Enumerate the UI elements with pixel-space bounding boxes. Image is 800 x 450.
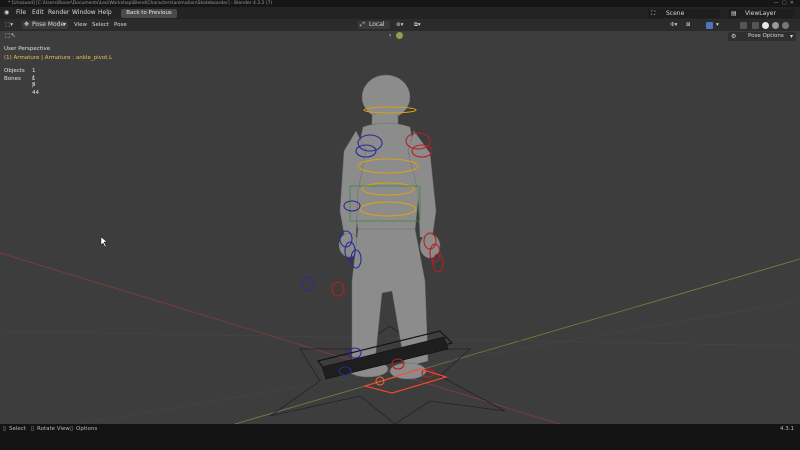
- back-to-previous-button[interactable]: Back to Previous: [121, 8, 177, 18]
- grid-line: [79, 300, 800, 424]
- character-mesh: [338, 74, 441, 380]
- bones-value: 1 / 44: [32, 76, 39, 96]
- viewport-canvas: [0, 74, 800, 424]
- sidebar-toggle-icon[interactable]: ›: [389, 32, 391, 39]
- top-bar: ◉ File Edit Render Window Help Back to P…: [0, 7, 800, 19]
- scene-selector[interactable]: ⛶ Scene: [648, 8, 720, 18]
- viewport-overlays-icon[interactable]: [706, 21, 713, 29]
- objects-stat: Objects 1 / 9: [4, 68, 36, 88]
- material-preview-icon[interactable]: [396, 32, 403, 39]
- menu-pose[interactable]: Pose: [114, 19, 127, 31]
- status-rotate-view: Rotate View: [37, 426, 70, 432]
- chevron-down-icon: ▾: [62, 21, 66, 28]
- viewport-header: ⬚▾ ✥ Pose Mode ▾ View Select Pose ⤢ Loca…: [0, 19, 800, 31]
- tool-select-icon[interactable]: ⬚↖: [5, 32, 16, 39]
- window-title: * [Unsaved] [C:\Users\Rover\Documents\Le…: [8, 1, 273, 6]
- perspective-label: User Perspective: [4, 46, 51, 52]
- pose-mode-icon: ✥: [24, 21, 30, 28]
- mouse-middle-icon: ▯: [31, 426, 35, 432]
- menu-file[interactable]: File: [16, 7, 26, 19]
- mode-label: Pose Mode: [32, 21, 65, 28]
- scene-name: Scene: [666, 9, 685, 17]
- x-axis-line: [0, 252, 561, 424]
- status-bar: ▯ Select ▯ Rotate View ▯ Options 4.3.1: [0, 424, 800, 450]
- mouse-cursor-icon: [100, 236, 108, 248]
- pose-options-label: Pose Options: [748, 33, 784, 39]
- back-label: Back to Previous: [126, 9, 172, 16]
- overlay-icon[interactable]: ⊠: [686, 19, 691, 31]
- bones-label: Bones: [4, 76, 21, 82]
- orientation-label: Local: [369, 21, 385, 28]
- mouse-right-icon: ▯: [70, 426, 74, 432]
- solid-shading-icon[interactable]: [762, 21, 769, 29]
- orientation-icon: ⤢: [360, 21, 365, 28]
- menu-help[interactable]: Help: [98, 7, 112, 19]
- editor-type-icon[interactable]: ⬚▾: [5, 19, 13, 31]
- rendered-shading-icon[interactable]: [782, 21, 789, 29]
- mode-selector[interactable]: ✥ Pose Mode ▾: [22, 21, 68, 29]
- mouse-left-icon: ▯: [3, 426, 7, 432]
- overlay-dropdown-icon[interactable]: ▾: [716, 19, 719, 31]
- blender-logo-icon[interactable]: ◉: [4, 7, 9, 19]
- chevron-down-icon: ▾: [789, 33, 793, 40]
- status-options: Options: [76, 426, 98, 432]
- window-controls[interactable]: — ▢ ✕: [774, 0, 794, 7]
- status-select: Select: [9, 426, 26, 432]
- xray-icon[interactable]: [740, 21, 747, 29]
- blender-version: 4.3.1: [780, 426, 794, 432]
- snap-icon[interactable]: ⧉▾: [414, 19, 421, 31]
- menu-render[interactable]: Render: [48, 7, 69, 19]
- active-object-label: (1) Armature | Armature : ankle_pivot.L: [4, 55, 113, 61]
- transform-orientation[interactable]: ⤢ Local: [358, 21, 390, 29]
- root-control-shape: [269, 325, 506, 424]
- 3d-viewport[interactable]: User Perspective (1) Armature | Armature…: [0, 31, 800, 424]
- y-axis-line: [234, 258, 800, 424]
- gizmo-icon[interactable]: ✣▾: [670, 19, 677, 31]
- material-shading-icon[interactable]: [772, 21, 779, 29]
- title-bar: * [Unsaved] [C:\Users\Rover\Documents\Le…: [0, 0, 800, 7]
- pose-options-icon: ⚙: [731, 33, 737, 40]
- wireframe-shading-icon[interactable]: [752, 21, 759, 29]
- view-layer-selector[interactable]: ▤ ViewLayer: [728, 8, 794, 18]
- menu-window[interactable]: Window: [72, 7, 96, 19]
- menu-edit[interactable]: Edit: [32, 7, 44, 19]
- pivot-icon[interactable]: ⊛▾: [396, 19, 403, 31]
- bones-stat: Bones 1 / 44: [4, 76, 39, 96]
- objects-label: Objects: [4, 68, 25, 74]
- view-layer-name: ViewLayer: [745, 9, 776, 17]
- scene-icon: ⛶: [651, 9, 656, 17]
- pose-options-panel[interactable]: ⚙ Pose Options ▾: [728, 32, 796, 41]
- menu-view[interactable]: View: [74, 19, 87, 31]
- menu-select[interactable]: Select: [92, 19, 109, 31]
- view-layer-icon: ▤: [731, 9, 737, 17]
